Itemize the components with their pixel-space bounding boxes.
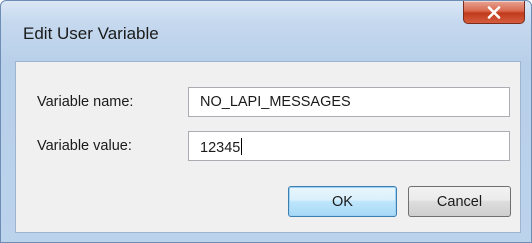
variable-name-text: NO_LAPI_MESSAGES <box>200 94 351 110</box>
cancel-button[interactable]: Cancel <box>408 186 511 217</box>
edit-user-variable-dialog: Edit User Variable Variable name: NO_LAP… <box>0 0 532 243</box>
variable-value-text: 12345 <box>200 140 241 156</box>
close-button[interactable] <box>463 1 525 24</box>
variable-value-input[interactable]: 12345 <box>188 131 510 161</box>
close-icon <box>487 5 501 19</box>
dialog-body: Variable name: NO_LAPI_MESSAGES Variable… <box>15 61 521 233</box>
variable-value-label: Variable value: <box>37 138 132 154</box>
variable-name-label: Variable name: <box>37 94 134 110</box>
title-bar[interactable]: Edit User Variable <box>1 1 531 61</box>
dialog-title: Edit User Variable <box>23 24 159 43</box>
ok-button[interactable]: OK <box>288 186 397 217</box>
variable-name-input[interactable]: NO_LAPI_MESSAGES <box>188 87 510 117</box>
text-caret <box>241 138 243 155</box>
